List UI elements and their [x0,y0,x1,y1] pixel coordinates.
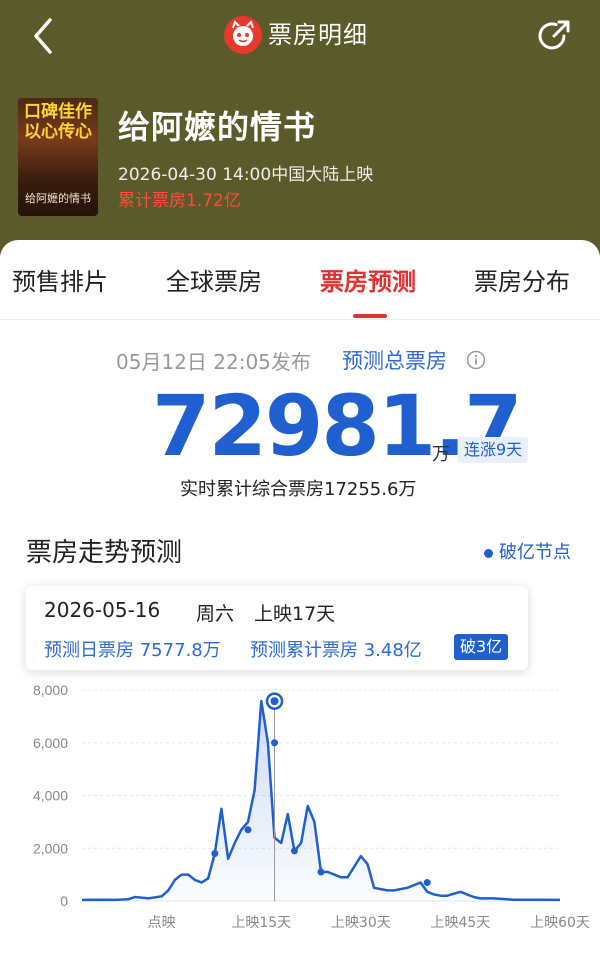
forecast-label: 预测总票房 [342,349,447,373]
y-tick-label: 0 [60,893,68,909]
poster-title: 给阿嬷的情书 [25,192,91,205]
x-tick-label: 上映45天 [431,915,491,931]
chart-tooltip: 2026-05-16 周六 上映17天 预测日票房 7577.8万 预测累计票房… [26,586,528,670]
milestone-point [271,739,279,747]
legend-label: 破亿节点 [499,542,571,563]
release-info: 2026-04-30 14:00中国大陆上映 [118,165,374,185]
milestone-point [317,868,325,876]
tooltip-days: 上映17天 [254,603,336,625]
forecast-unit: 万 [432,444,450,465]
milestone-point [244,826,252,834]
tooltip-date: 2026-05-16 [44,598,161,622]
trend-chart-svg: 0 2,000 4,000 6,000 8,000 点映 上映15天 上映30天 上映45天 上映… [33,682,590,931]
poster-slogan-line2: 以心传心 [24,122,92,142]
x-tick-label: 点映 [148,915,176,931]
tooltip-badge: 破3亿 [454,634,509,660]
back-icon[interactable] [26,14,66,58]
y-tick-label: 4,000 [33,788,68,804]
milestone-point [290,847,298,855]
page-title: 票房明细 [268,21,368,49]
tabs-divider [0,319,600,320]
share-icon[interactable] [534,16,574,56]
tab-distribution[interactable]: 票房分布 [474,262,570,297]
active-tab-indicator [353,314,387,318]
x-tick-label: 上映30天 [331,915,391,931]
trend-badge: 连涨9天 [458,437,529,463]
highlight-point [270,697,279,706]
realtime-box-office: 实时累计综合票房17255.6万 [180,479,417,500]
section-title: 票房走势预测 [26,538,183,568]
trend-chart[interactable]: 0 2,000 4,000 6,000 8,000 点映 上映15天 上映30天 上映45天 上映… [0,680,600,960]
tooltip-weekday: 周六 [196,603,235,625]
y-tick-label: 2,000 [33,840,68,856]
milestone-point [211,850,219,858]
tab-presale[interactable]: 预售排片 [12,262,108,297]
x-tick-label: 上映15天 [231,915,291,931]
legend-milestone[interactable]: 破亿节点 [484,538,571,564]
info-icon[interactable] [466,350,486,370]
movie-title: 给阿嬷的情书 [118,108,317,146]
maoyan-logo-icon [224,16,262,54]
tab-forecast[interactable]: 票房预测 [320,262,416,297]
movie-poster[interactable]: 口碑佳作 以心传心 给阿嬷的情书 [18,98,98,216]
x-tick-label: 上映60天 [530,915,590,931]
publish-time: 05月12日 22:05发布 [116,350,311,374]
y-tick-label: 6,000 [33,735,68,751]
cumulative-box-office: 累计票房1.72亿 [118,191,241,211]
tab-global[interactable]: 全球票房 [166,262,262,297]
tooltip-daily: 预测日票房 7577.8万 [44,640,221,661]
milestone-point [423,879,431,887]
top-nav: 票房明细 [0,0,600,72]
poster-slogan-line1: 口碑佳作 [24,102,92,122]
y-tick-label: 8,000 [33,682,68,698]
legend-dot-icon [484,548,493,558]
tooltip-total: 预测累计票房 3.48亿 [250,640,422,661]
